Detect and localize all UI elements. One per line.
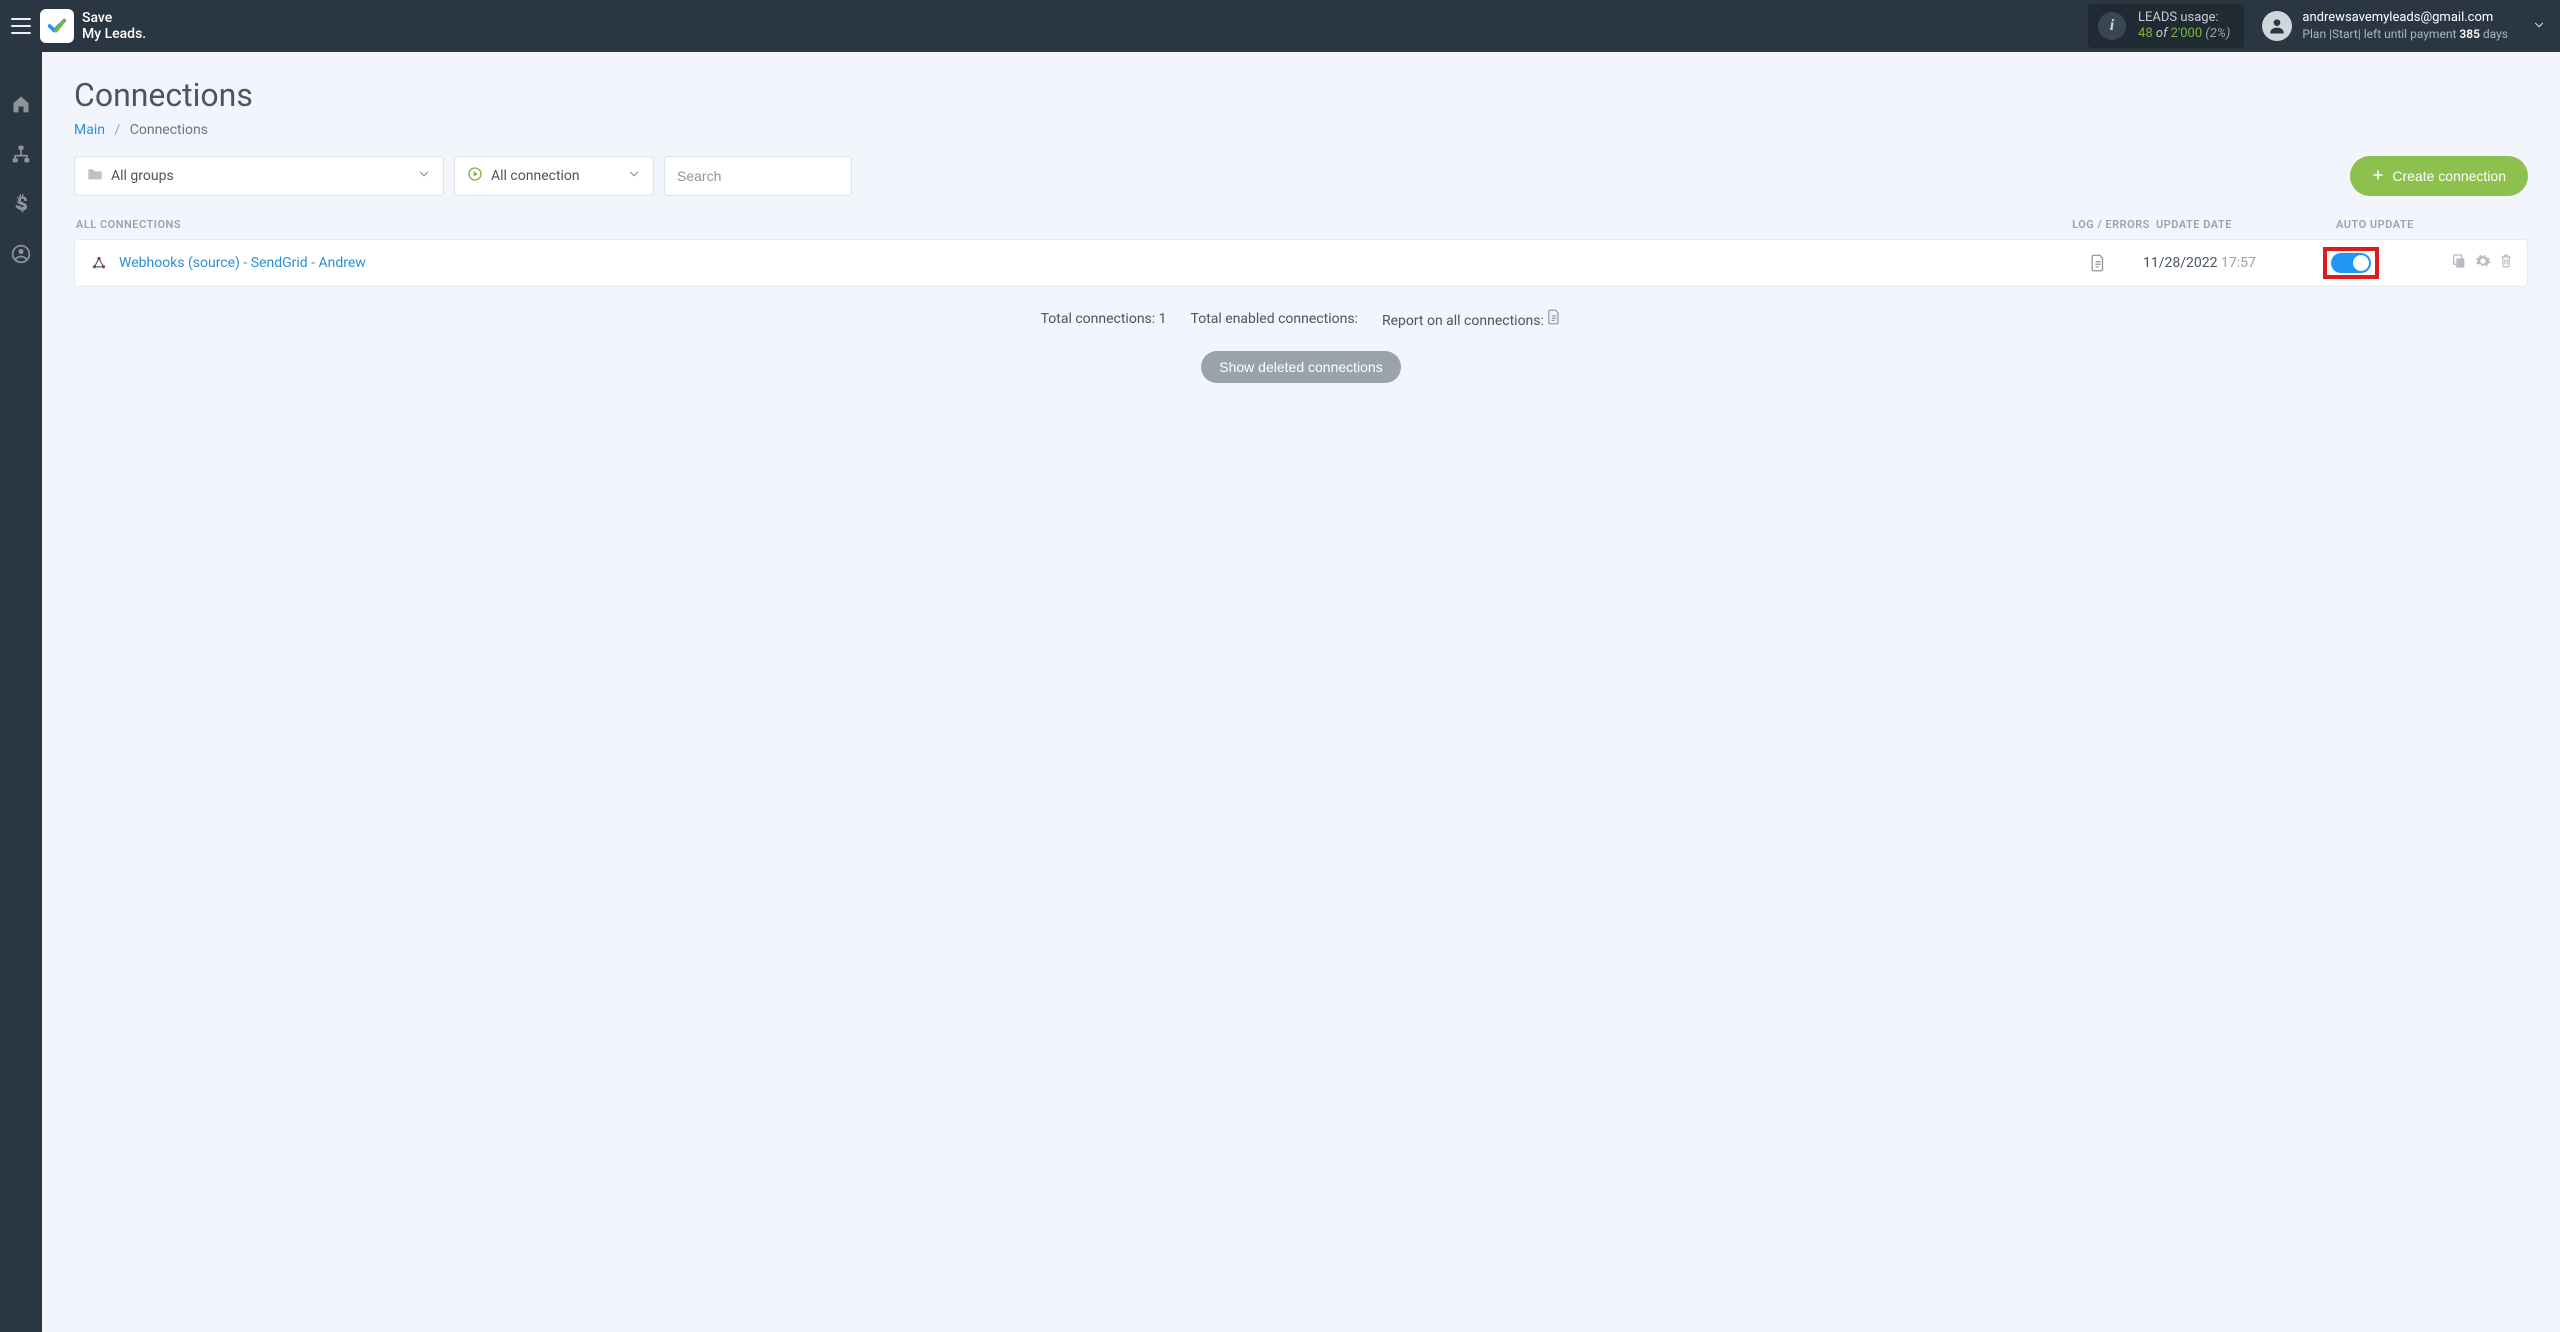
settings-button[interactable] [2475,253,2491,273]
hamburger-icon [11,18,31,34]
brand-line1: Save [82,10,146,26]
info-icon: i [2098,12,2126,40]
document-icon [1547,309,1561,325]
th-all-connections: All connections [76,218,2066,231]
trash-icon [2499,253,2513,269]
connection-log-button[interactable] [2053,254,2143,272]
webhook-icon [89,253,109,273]
create-connection-button[interactable]: Create connection [2350,156,2528,196]
nav-account[interactable] [9,242,33,266]
chevron-down-icon [627,167,641,185]
total-enabled-connections: Total enabled connections: [1191,311,1358,327]
user-menu[interactable]: andrewsavemyleads@gmail.com Plan |Start|… [2262,10,2546,41]
summary-row: Total connections: 1 Total enabled conne… [74,309,2528,329]
usage-values: 48 of 2'000 (2%) [2138,26,2230,42]
status-dropdown[interactable]: All connection [454,156,654,196]
brand-line2: My Leads. [82,26,146,42]
checkmark-icon [46,15,68,37]
left-sidebar: $ [0,52,42,1332]
dollar-icon: $ [14,193,28,215]
create-connection-label: Create connection [2392,168,2506,184]
gear-icon [2475,253,2491,269]
user-circle-icon [11,244,31,264]
avatar-icon [2262,11,2292,41]
page-title: Connections [74,76,2528,114]
th-auto-update: Auto update [2336,218,2446,231]
person-icon [2267,16,2287,36]
menu-toggle-button[interactable] [6,11,36,41]
nav-home[interactable] [9,92,33,116]
groups-dropdown-label: All groups [111,168,417,184]
play-circle-icon [467,166,483,186]
svg-text:$: $ [17,193,28,215]
home-icon [11,94,31,114]
brand-logo[interactable]: Save My Leads. [40,9,146,43]
user-plan: Plan |Start| left until payment 385 days [2302,27,2508,42]
connection-update-date: 11/28/2022 17:57 [2143,255,2323,271]
total-connections: Total connections: 1 [1041,311,1167,327]
usage-label: LEADS usage: [2138,10,2230,26]
connection-row: Webhooks (source) - SendGrid - Andrew 11… [74,239,2528,287]
leads-usage-box: i LEADS usage: 48 of 2'000 (2%) [2088,4,2244,49]
breadcrumb-separator: / [114,122,120,138]
breadcrumb-current: Connections [130,122,208,138]
highlight-annotation [2323,247,2379,279]
main-content: Connections Main / Connections All group… [42,52,2560,1332]
controls-row: All groups All connection [74,156,2528,196]
groups-dropdown[interactable]: All groups [74,156,444,196]
breadcrumb: Main / Connections [74,122,2528,138]
search-input-wrap [664,156,852,196]
chevron-down-icon [417,167,431,185]
document-icon [2090,254,2106,272]
nav-billing[interactable]: $ [9,192,33,216]
status-dropdown-label: All connection [491,168,627,184]
copy-icon [2451,253,2467,269]
brand-text: Save My Leads. [82,10,146,42]
table-header: All connections Log / Errors Update date… [74,218,2528,239]
user-email: andrewsavemyleads@gmail.com [2302,10,2508,26]
show-deleted-button[interactable]: Show deleted connections [1201,351,1400,383]
th-update-date: Update date [2156,218,2336,231]
plus-icon [2372,168,2384,184]
logo-mark [40,9,74,43]
connection-actions [2433,253,2513,273]
user-info: andrewsavemyleads@gmail.com Plan |Start|… [2302,10,2508,41]
report-all-connections: Report on all connections: [1382,309,1561,329]
chevron-down-icon [2532,18,2546,32]
breadcrumb-main-link[interactable]: Main [74,122,105,138]
copy-button[interactable] [2451,253,2467,273]
th-log-errors: Log / Errors [2066,218,2156,231]
auto-update-toggle[interactable] [2331,253,2371,273]
delete-button[interactable] [2499,253,2513,273]
folder-icon [87,167,103,185]
connection-name-link[interactable]: Webhooks (source) - SendGrid - Andrew [119,255,2053,271]
user-menu-chevron[interactable] [2532,17,2546,36]
report-download-button[interactable] [1547,313,1561,329]
connection-auto-update [2323,247,2433,279]
nav-connections[interactable] [9,142,33,166]
search-input[interactable] [677,168,839,184]
top-bar: Save My Leads. i LEADS usage: 48 of 2'00… [0,0,2560,52]
sitemap-icon [11,144,31,164]
